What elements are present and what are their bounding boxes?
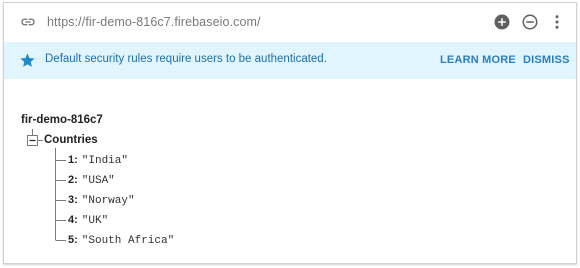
tree-child-row[interactable]: 4: "UK" bbox=[68, 214, 108, 228]
tree-child-row[interactable]: 2: "USA" bbox=[68, 174, 115, 188]
child-key: 4: bbox=[68, 214, 78, 226]
tree-node-countries[interactable]: Countries bbox=[44, 134, 98, 146]
child-key: 1: bbox=[68, 154, 78, 166]
child-value[interactable]: "Norway" bbox=[82, 195, 135, 207]
child-key: 5: bbox=[68, 234, 78, 246]
remove-circle-icon[interactable] bbox=[521, 13, 539, 31]
database-viewer-panel: https://fir-demo-816c7.firebaseio.com/ D… bbox=[3, 2, 577, 264]
url-bar: https://fir-demo-816c7.firebaseio.com/ bbox=[4, 3, 576, 42]
tree-child-row[interactable]: 1: "India" bbox=[68, 154, 128, 168]
security-rules-banner: Default security rules require users to … bbox=[4, 42, 576, 79]
star-icon bbox=[20, 53, 35, 67]
tree-child-row[interactable]: 5: "South Africa" bbox=[68, 234, 174, 248]
add-circle-icon[interactable] bbox=[493, 13, 511, 31]
child-value[interactable]: "UK" bbox=[82, 215, 108, 227]
banner-message: Default security rules require users to … bbox=[45, 53, 327, 65]
collapse-toggle-icon[interactable] bbox=[27, 135, 38, 146]
data-tree: fir-demo-816c7 Countries 1: "India" 2: "US… bbox=[4, 79, 576, 263]
child-value[interactable]: "South Africa" bbox=[82, 235, 174, 247]
tree-child-row[interactable]: 3: "Norway" bbox=[68, 194, 135, 208]
child-key: 2: bbox=[68, 174, 78, 186]
dismiss-button[interactable]: DISMISS bbox=[523, 54, 570, 66]
link-icon bbox=[21, 18, 35, 26]
child-value[interactable]: "USA" bbox=[82, 175, 115, 187]
learn-more-button[interactable]: LEARN MORE bbox=[440, 54, 516, 66]
more-vert-icon[interactable] bbox=[550, 13, 564, 31]
child-key: 3: bbox=[68, 194, 78, 206]
database-url[interactable]: https://fir-demo-816c7.firebaseio.com/ bbox=[47, 15, 261, 29]
child-value[interactable]: "India" bbox=[82, 155, 128, 167]
